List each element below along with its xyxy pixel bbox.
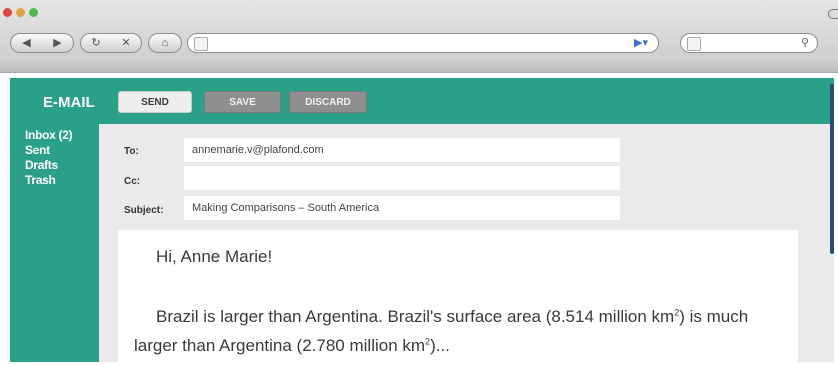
- search-icon: ⚲: [800, 37, 809, 49]
- browser-toolbar: ◀ ▶ ↻ ✕ ⌂ ▶▾ ⚲: [0, 0, 838, 73]
- cc-label: Cc:: [124, 176, 141, 187]
- save-button[interactable]: SAVE: [204, 91, 281, 113]
- message-body[interactable]: Hi, Anne Marie! Brazil is larger than Ar…: [118, 230, 798, 362]
- email-app: E-MAIL SEND SAVE DISCARD Inbox (2) Sent …: [10, 78, 834, 362]
- body-line-1-tail: ): [679, 307, 685, 326]
- folder-inbox[interactable]: Inbox (2): [25, 128, 73, 143]
- home-icon: ⌂: [161, 36, 169, 49]
- subject-label: Subject:: [124, 205, 164, 216]
- zoom-window-button[interactable]: [29, 8, 38, 17]
- stop-icon[interactable]: ✕: [121, 37, 130, 49]
- address-bar[interactable]: ▶▾: [187, 33, 659, 53]
- back-icon[interactable]: ◀: [22, 37, 30, 49]
- bookmarks-bar: [0, 56, 838, 72]
- folder-trash[interactable]: Trash: [25, 173, 72, 188]
- rss-icon[interactable]: ▶▾: [634, 36, 648, 49]
- body-line-2-tail: )...: [430, 336, 450, 355]
- back-forward-group: ◀ ▶: [10, 33, 74, 53]
- message-paragraph: Brazil is larger than Argentina. Brazil'…: [134, 302, 794, 360]
- reload-stop-group: ↻ ✕: [80, 33, 142, 53]
- app-title: E-MAIL: [43, 94, 95, 111]
- search-field[interactable]: ⚲: [680, 33, 818, 53]
- discard-button[interactable]: DISCARD: [289, 91, 367, 113]
- folder-drafts[interactable]: Drafts: [25, 158, 72, 173]
- search-engine-icon: [687, 37, 701, 51]
- close-window-button[interactable]: [3, 8, 12, 17]
- compose-panel: To: annemarie.v@plafond.com Cc: Subject:…: [99, 124, 834, 362]
- cc-field[interactable]: [184, 166, 620, 190]
- home-button[interactable]: ⌂: [148, 33, 182, 53]
- body-line-1: Brazil is larger than Argentina. Brazil'…: [156, 307, 675, 326]
- scrollbar[interactable]: [830, 84, 834, 254]
- to-field[interactable]: annemarie.v@plafond.com: [184, 138, 620, 162]
- send-button[interactable]: SEND: [118, 91, 192, 113]
- subject-field[interactable]: Making Comparisons – South America: [184, 196, 620, 220]
- forward-icon[interactable]: ▶: [53, 37, 61, 49]
- folder-list: Inbox (2) Sent Drafts Trash: [25, 128, 73, 188]
- minimize-window-button[interactable]: [16, 8, 25, 17]
- folder-sent[interactable]: Sent: [25, 143, 72, 158]
- greeting-text: Hi, Anne Marie!: [156, 247, 273, 266]
- toolbar-toggle-button[interactable]: [828, 9, 838, 19]
- favicon-icon: [194, 37, 208, 51]
- to-label: To:: [124, 146, 139, 157]
- refresh-icon[interactable]: ↻: [91, 37, 100, 49]
